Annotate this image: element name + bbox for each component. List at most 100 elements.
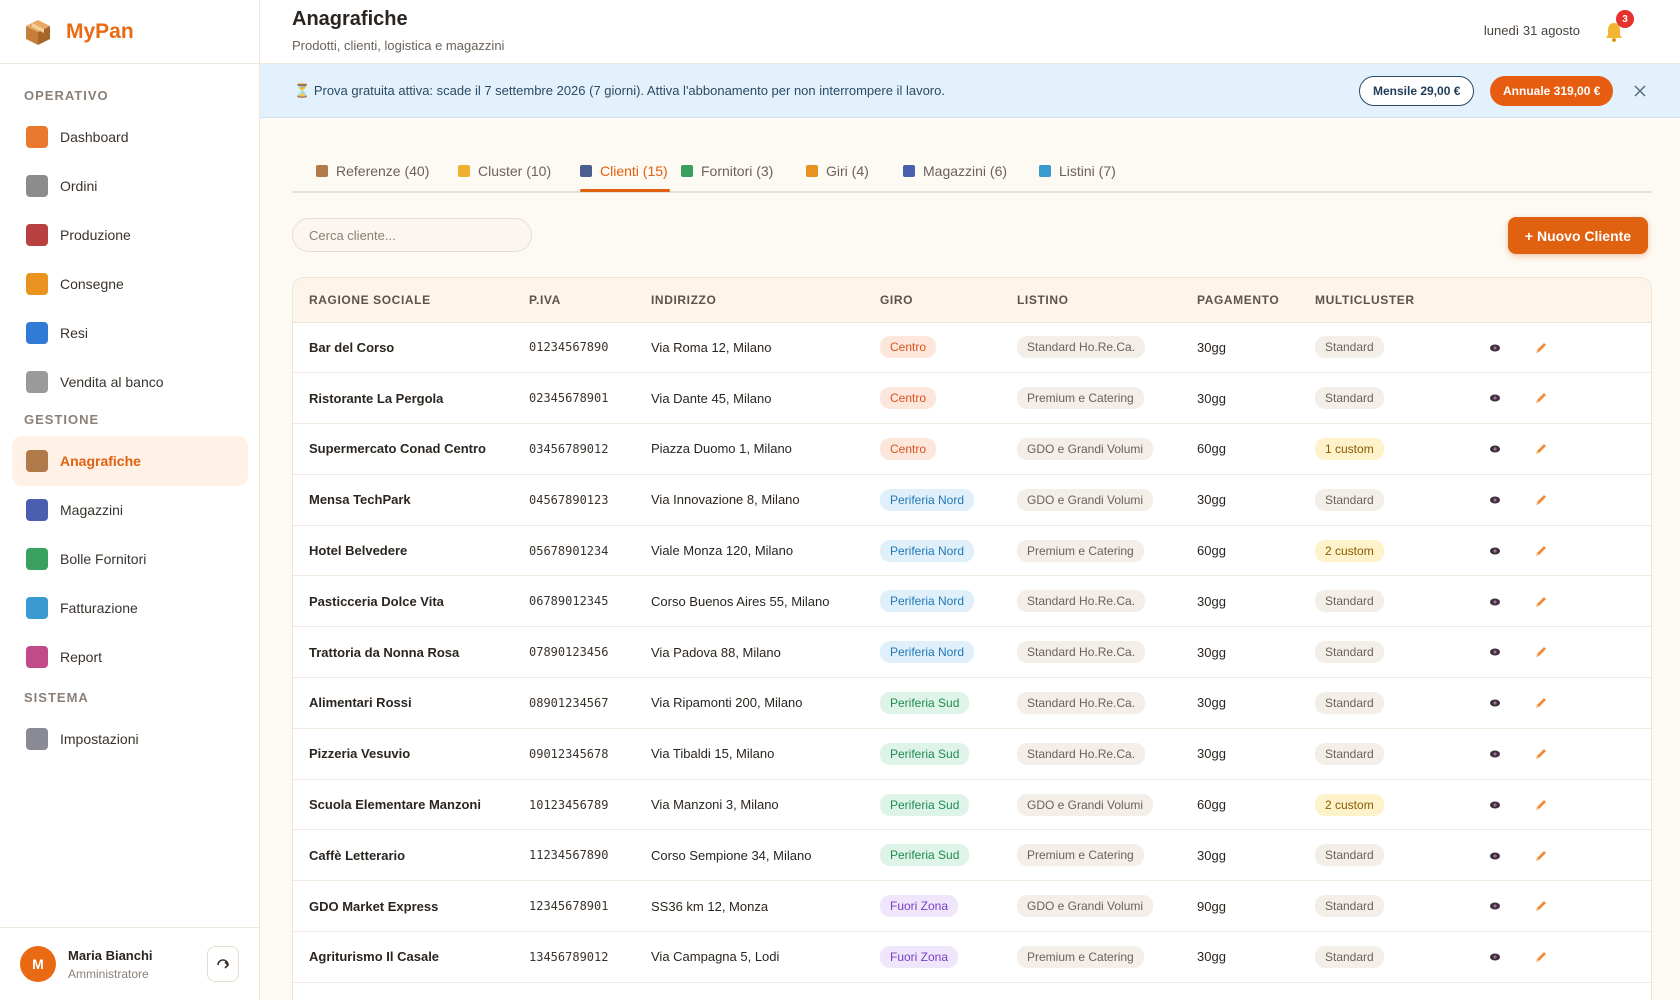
sidebar-item-label: Impostazioni	[60, 731, 139, 747]
tab-referenze[interactable]: Referenze (40)	[316, 163, 429, 179]
brand[interactable]: MyPan	[0, 0, 259, 64]
edit-icon[interactable]	[1533, 746, 1549, 762]
tab-cluster[interactable]: Cluster (10)	[458, 163, 551, 179]
listino-cell: GDO e Grandi Volumi	[1001, 779, 1181, 831]
sidebar-item-produzione[interactable]: Produzione	[12, 210, 248, 260]
anagrafiche-tabs: Referenze (40) Cluster (10) Clienti (15)…	[292, 148, 1652, 193]
edit-icon[interactable]	[1533, 594, 1549, 610]
tab-magazzini[interactable]: Magazzini (6)	[903, 163, 1007, 179]
hourglass-icon: ⏳	[294, 83, 311, 98]
edit-icon[interactable]	[1533, 695, 1549, 711]
row-actions	[1441, 779, 1651, 831]
table-row[interactable]: Pasticceria Dolce Vita 06789012345 Corso…	[293, 575, 1651, 628]
tab-clienti[interactable]: Clienti (15)	[580, 163, 668, 179]
logout-button[interactable]	[207, 946, 239, 982]
client-piva: 02345678901	[513, 372, 635, 425]
giro-cell: Periferia Nord	[864, 474, 1001, 526]
sidebar-item-ordini[interactable]: Ordini	[12, 161, 248, 211]
client-address: Via Manzoni 3, Milano	[635, 779, 864, 831]
view-icon[interactable]	[1487, 797, 1503, 813]
client-piva: 03456789012	[513, 423, 635, 475]
table-row[interactable]: Mensa TechPark 04567890123 Via Innovazio…	[293, 474, 1651, 526]
sidebar-item-magazzini[interactable]: Magazzini	[12, 485, 248, 535]
table-row[interactable]: Agriturismo Il Casale 13456789012 Via Ca…	[293, 931, 1651, 983]
listino-badge: Premium e Catering	[1017, 945, 1144, 968]
user-role: Amministratore	[68, 966, 149, 981]
client-address: Via Roma 12, Milano	[635, 322, 864, 374]
view-icon[interactable]	[1487, 848, 1503, 864]
edit-icon[interactable]	[1533, 797, 1549, 813]
view-icon[interactable]	[1487, 340, 1503, 356]
table-row[interactable]: GDO Market Express 12345678901 SS36 km 1…	[293, 880, 1651, 933]
client-piva: 13456789012	[513, 931, 635, 983]
close-icon[interactable]	[1632, 83, 1648, 99]
money-icon	[26, 597, 48, 619]
row-actions	[1441, 322, 1651, 374]
sidebar-item-dashboard[interactable]: Dashboard	[12, 112, 248, 162]
view-icon[interactable]	[1487, 695, 1503, 711]
giro-badge: Periferia Sud	[880, 691, 970, 714]
search-input[interactable]	[292, 218, 532, 252]
sidebar-section-label: OPERATIVO	[24, 88, 109, 103]
view-icon[interactable]	[1487, 543, 1503, 559]
giro-badge: Centro	[880, 387, 937, 410]
sidebar-item-consegne[interactable]: Consegne	[12, 259, 248, 309]
edit-icon[interactable]	[1533, 848, 1549, 864]
view-icon[interactable]	[1487, 898, 1503, 914]
avatar[interactable]: M	[20, 946, 56, 982]
notification-badge: 3	[1616, 10, 1634, 28]
table-row[interactable]: Hotel Belvedere 05678901234 Viale Monza …	[293, 525, 1651, 577]
edit-icon[interactable]	[1533, 644, 1549, 660]
edit-icon[interactable]	[1533, 898, 1549, 914]
client-address: Corso Buenos Aires 55, Milano	[635, 575, 864, 628]
tab-giri[interactable]: Giri (4)	[806, 163, 869, 179]
table-row[interactable]: Pizzeria Vesuvio 09012345678 Via Tibaldi…	[293, 728, 1651, 780]
column-header: P.IVA	[513, 278, 635, 323]
client-piva: 09012345678	[513, 728, 635, 780]
table-row[interactable]: Alimentari Rossi 08901234567 Via Ripamon…	[293, 677, 1651, 729]
view-icon[interactable]	[1487, 644, 1503, 660]
multicluster-cell: Standard	[1299, 677, 1441, 729]
view-icon[interactable]	[1487, 746, 1503, 762]
new-client-button[interactable]: + Nuovo Cliente	[1508, 217, 1648, 254]
sidebar-item-label: Magazzini	[60, 502, 124, 518]
tab-label: Referenze (40)	[336, 163, 430, 179]
sidebar-item-vendita-al-banco[interactable]: Vendita al banco	[12, 357, 248, 407]
sidebar-item-impostazioni[interactable]: Impostazioni	[12, 714, 248, 764]
sidebar-item-label: Anagrafiche	[60, 453, 141, 469]
tab-fornitori[interactable]: Fornitori (3)	[681, 163, 773, 179]
client-name: Agriturismo Il Casale	[293, 931, 513, 983]
tab-listini[interactable]: Listini (7)	[1039, 163, 1116, 179]
delivery-truck-icon	[681, 165, 693, 177]
edit-icon[interactable]	[1533, 543, 1549, 559]
table-row[interactable]: Bar del Corso 01234567890 Via Roma 12, M…	[293, 322, 1651, 374]
table-row[interactable]: Trattoria da Nonna Rosa 07890123456 Via …	[293, 626, 1651, 679]
sidebar-item-resi[interactable]: Resi	[12, 308, 248, 358]
listino-badge: Standard Ho.Re.Ca.	[1017, 742, 1146, 765]
table-row[interactable]: Scuola Elementare Manzoni 10123456789 Vi…	[293, 779, 1651, 831]
view-icon[interactable]	[1487, 594, 1503, 610]
sidebar-item-report[interactable]: Report	[12, 632, 248, 682]
yearly-plan-button[interactable]: Annuale 319,00 €	[1490, 76, 1614, 106]
multicluster-badge: 2 custom	[1315, 793, 1384, 816]
view-icon[interactable]	[1487, 441, 1503, 457]
edit-icon[interactable]	[1533, 390, 1549, 406]
view-icon[interactable]	[1487, 492, 1503, 508]
table-row[interactable]: Ristorante La Pergola 02345678901 Via Da…	[293, 372, 1651, 425]
edit-icon[interactable]	[1533, 492, 1549, 508]
monthly-plan-button[interactable]: Mensile 29,00 €	[1359, 76, 1475, 106]
view-icon[interactable]	[1487, 949, 1503, 965]
table-row[interactable]: Caffè Letterario 11234567890 Corso Sempi…	[293, 829, 1651, 882]
client-piva: 10123456789	[513, 779, 635, 831]
multicluster-cell: 2 custom	[1299, 525, 1441, 577]
view-icon[interactable]	[1487, 390, 1503, 406]
edit-icon[interactable]	[1533, 949, 1549, 965]
sidebar-item-anagrafiche[interactable]: Anagrafiche	[12, 436, 248, 486]
row-actions	[1441, 525, 1651, 577]
table-row[interactable]: Supermercato Conad Centro 03456789012 Pi…	[293, 423, 1651, 475]
edit-icon[interactable]	[1533, 441, 1549, 457]
sidebar-item-fatturazione[interactable]: Fatturazione	[12, 583, 248, 633]
sidebar-item-bolle-fornitori[interactable]: Bolle Fornitori	[12, 534, 248, 584]
package-icon	[26, 450, 48, 472]
edit-icon[interactable]	[1533, 340, 1549, 356]
